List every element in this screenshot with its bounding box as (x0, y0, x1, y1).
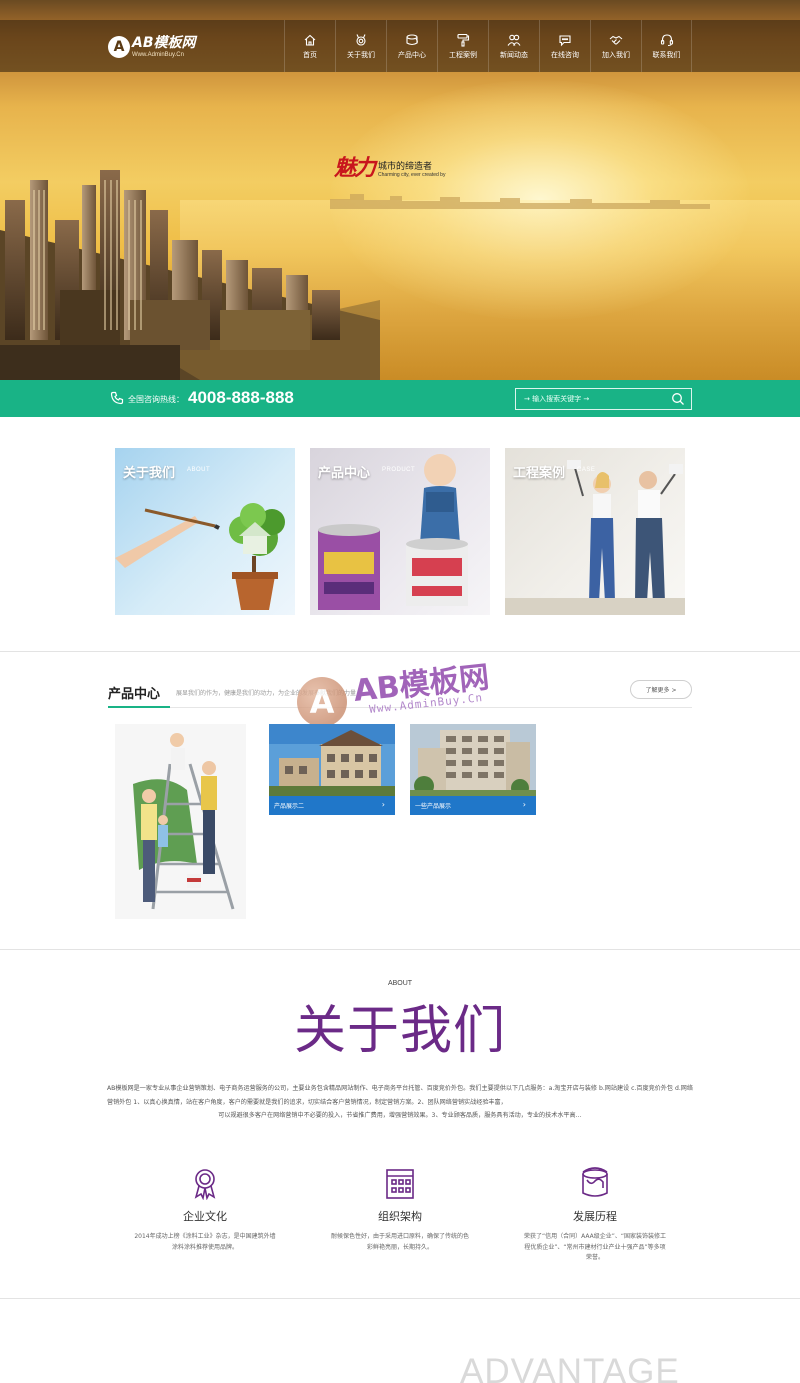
products-more-button[interactable]: 了解更多 > (630, 680, 692, 699)
about-title: 关于我们 (293, 1001, 506, 1061)
chevron-right-icon: › (522, 800, 526, 809)
nav-item-consult[interactable]: 在线咨询 (539, 20, 590, 72)
city-skyline-illustration (0, 170, 380, 380)
feature-title: 组织架构 (378, 1210, 422, 1223)
logo-title: AB模板网 (132, 34, 196, 51)
building-icon (386, 1169, 414, 1199)
product-caption: 一些产品展示 (415, 803, 452, 810)
nav-label: 关于我们 (347, 50, 375, 59)
product-caption-bar: 产品展示二 › (269, 796, 395, 815)
phone-icon (110, 391, 124, 405)
nav-item-cases[interactable]: 工程案例 (437, 20, 488, 72)
users-icon (507, 34, 521, 46)
apartment-building-illustration (410, 724, 536, 796)
tile-subtitle: PRODUCT (382, 467, 416, 473)
paint-can-icon (582, 1167, 608, 1197)
product-caption: 产品展示二 (274, 803, 305, 810)
about-description: AB模板网是一家专业从事企业营销策划、电子商务运营服务的公司，主要业务包含精品网… (107, 1082, 693, 1123)
product-caption-bar: 一些产品展示 › (410, 796, 536, 815)
slogan-main: 魅力 (334, 155, 376, 181)
product-card[interactable]: 一些产品展示 › (410, 724, 536, 815)
nav-item-about[interactable]: 关于我们 (335, 20, 386, 72)
slogan-english: Charming city, ever created by (378, 172, 446, 178)
hotline-label: 全国咨询热线： (128, 395, 184, 404)
nav-item-news[interactable]: 新闻动态 (488, 20, 539, 72)
logo-mark: A (108, 36, 130, 58)
advantage-heading: ADVANTAGE (460, 1352, 680, 1383)
nav-label: 产品中心 (398, 50, 426, 59)
product-card[interactable]: 产品展示二 › (269, 724, 395, 815)
nav-label: 加入我们 (602, 50, 630, 59)
product-feature-image[interactable] (115, 724, 246, 919)
villa-building-illustration (269, 724, 395, 796)
tile-subtitle: CASE (577, 467, 596, 473)
nav-label: 在线咨询 (551, 50, 579, 59)
section-divider (0, 1298, 800, 1299)
feature-history: 发展历程 荣获了“信用（合同）AAA级企业”、“国家装饰装修工程优质企业”、“常… (510, 1166, 680, 1264)
nav-label: 新闻动态 (500, 50, 528, 59)
logo-subtitle: Www.AdminBuy.Cn (132, 51, 184, 58)
hotline-number: 4008-888-888 (188, 388, 294, 407)
medal-icon (356, 33, 366, 46)
section-divider (0, 651, 800, 652)
section-divider (0, 949, 800, 950)
headset-icon (660, 33, 673, 46)
hotline-bar: 全国咨询热线： 4008-888-888 (0, 380, 800, 417)
slogan-chinese: 城市的缔造者 (378, 162, 433, 172)
top-navigation-bar: A AB模板网 Www.AdminBuy.Cn 首页 关于我们 产品中心 工程案… (0, 20, 800, 72)
family-ladder-illustration (115, 724, 246, 919)
products-header-rule (170, 707, 692, 708)
feature-title: 发展历程 (573, 1210, 617, 1223)
feature-desc: 2014年成功上榜《涂料工业》杂志，是中国建筑外墙涂料涂料推荐使用品牌。 (134, 1233, 276, 1251)
feature-culture: 企业文化 2014年成功上榜《涂料工业》杂志，是中国建筑外墙涂料涂料推荐使用品牌… (120, 1166, 290, 1253)
tile-cases[interactable]: 工程案例 CASE (505, 448, 685, 615)
nav-item-contact[interactable]: 联系我们 (641, 20, 692, 72)
banner-slogan: 魅力 城市的缔造者 Charming city, ever created by (334, 150, 445, 182)
site-logo[interactable]: A AB模板网 Www.AdminBuy.Cn (108, 32, 196, 62)
tile-title: 关于我们 (123, 466, 176, 481)
paint-roller-icon (457, 33, 470, 47)
handshake-icon (609, 35, 623, 45)
nav-label: 首页 (303, 50, 317, 59)
chevron-right-icon: › (381, 800, 385, 809)
products-section-desc: 展显我们的作为，健康是我们的动力，为企业的发展奉献我们的力量 (176, 690, 357, 697)
about-en-label: ABOUT (387, 980, 413, 987)
products-section-title: 产品中心 (108, 687, 161, 702)
tile-about[interactable]: 关于我们 ABOUT (115, 448, 295, 615)
search-box (515, 388, 692, 410)
tile-products[interactable]: 产品中心 PRODUCT (310, 448, 490, 615)
watermark-url: Www.AdminBuy.Cn (368, 691, 484, 716)
tile-title: 工程案例 (513, 466, 566, 481)
products-title-underline (108, 706, 170, 708)
watermark-text: AB模板网 (351, 659, 491, 709)
award-icon (194, 1169, 216, 1200)
feature-desc: 荣获了“信用（合同）AAA级企业”、“国家装饰装修工程优质企业”、“常州市建材行… (524, 1233, 666, 1261)
chat-icon (559, 34, 571, 46)
feature-title: 企业文化 (183, 1210, 227, 1223)
nav-label: 联系我们 (652, 50, 681, 59)
feature-organization: 组织架构 耐候保色性好，由于采用进口原料，确保了传统的色彩鲜艳亮丽，长期持久。 (315, 1166, 485, 1253)
nav-item-join[interactable]: 加入我们 (590, 20, 641, 72)
tile-title: 产品中心 (318, 466, 371, 481)
hero-banner: A AB模板网 Www.AdminBuy.Cn 首页 关于我们 产品中心 工程案… (0, 0, 800, 380)
about-paragraph: 可以规避很多客户在网络营销中不必要的投入，节省推广费用，增强营销效果。3、专业顾… (218, 1112, 582, 1119)
nav-label: 工程案例 (449, 50, 477, 59)
paint-bucket-icon (406, 33, 418, 45)
about-paragraph: AB模板网是一家专业从事企业营销策划、电子商务运营服务的公司，主要业务包含精品网… (107, 1085, 693, 1106)
feature-tiles: 关于我们 ABOUT 产品中心 PRODUCT 工程案例 CASE (115, 448, 685, 615)
search-icon[interactable] (671, 392, 685, 406)
search-input[interactable] (516, 389, 666, 409)
nav-item-home[interactable]: 首页 (284, 20, 335, 72)
tile-subtitle: ABOUT (187, 467, 211, 473)
nav-item-products[interactable]: 产品中心 (386, 20, 437, 72)
distant-skyline (330, 194, 710, 209)
feature-desc: 耐候保色性好，由于采用进口原料，确保了传统的色彩鲜艳亮丽，长期持久。 (330, 1233, 469, 1251)
home-icon (304, 34, 316, 46)
main-nav: 首页 关于我们 产品中心 工程案例 新闻动态 在线咨询 加入我们 联系我们 (284, 20, 692, 72)
watermark-mark: A (297, 677, 347, 727)
